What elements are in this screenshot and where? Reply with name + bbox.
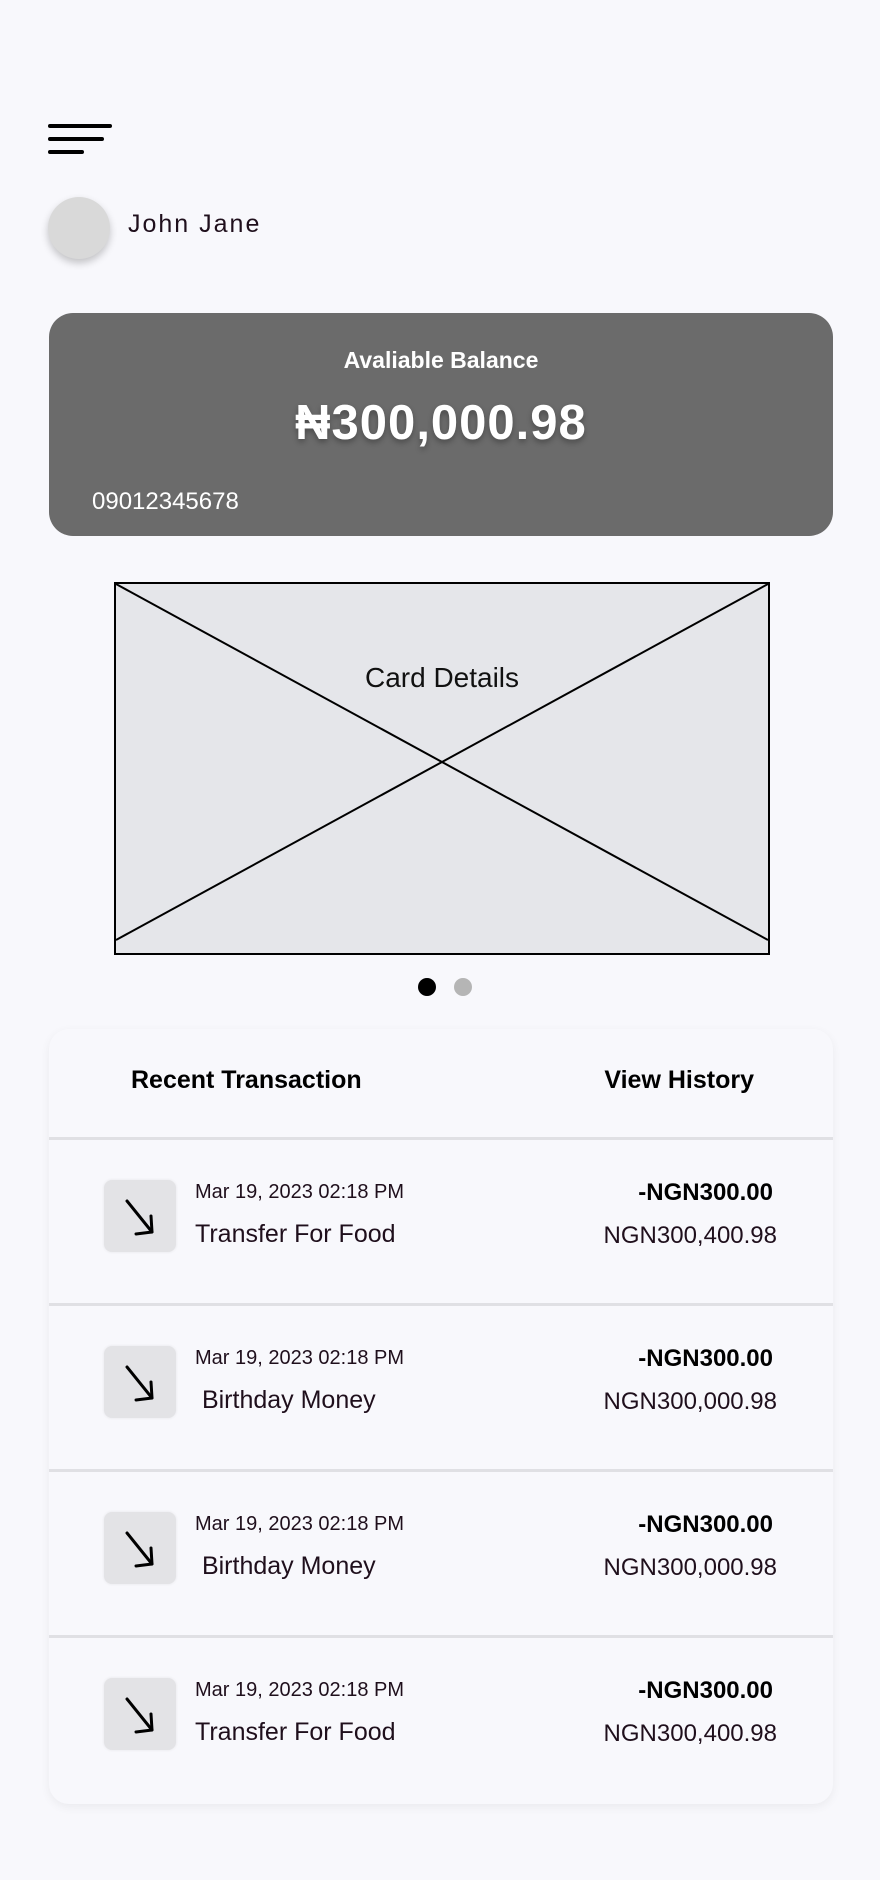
transaction-date: Mar 19, 2023 02:18 PM [195, 1513, 405, 1535]
carousel-dot[interactable] [454, 978, 472, 996]
carousel-dot-active[interactable] [418, 978, 436, 996]
transaction-amount: -NGN300.00 [638, 1677, 773, 1704]
transaction-balance: NGN300,000.98 [603, 1554, 777, 1581]
balance-amount: ₦300,000.98 [295, 396, 587, 450]
menu-line [48, 137, 104, 141]
transaction-amount: -NGN300.00 [638, 1345, 773, 1372]
transactions-panel: Recent Transaction View History Mar 19, … [49, 1029, 833, 1804]
card-details-placeholder[interactable]: Card Details [114, 582, 770, 955]
transactions-title: Recent Transaction [131, 1066, 362, 1094]
transaction-row[interactable]: Mar 19, 2023 02:18 PM Transfer For Food … [49, 1638, 833, 1798]
transaction-balance: NGN300,400.98 [603, 1720, 777, 1747]
arrow-down-right-icon [104, 1678, 176, 1750]
transaction-description: Transfer For Food [195, 1718, 396, 1746]
view-history-link[interactable]: View History [604, 1066, 754, 1095]
arrow-down-right-icon [104, 1512, 176, 1584]
image-placeholder-icon [116, 584, 768, 941]
transaction-date: Mar 19, 2023 02:18 PM [195, 1347, 405, 1369]
transaction-date: Mar 19, 2023 02:18 PM [195, 1181, 405, 1203]
transaction-amount: -NGN300.00 [638, 1511, 773, 1538]
menu-line [48, 150, 84, 154]
hamburger-menu-icon[interactable] [48, 120, 114, 158]
transaction-amount: -NGN300.00 [638, 1179, 773, 1206]
card-details-label: Card Details [364, 662, 520, 693]
app-screen: John Jane Avaliable Balance ₦300,000.98 … [0, 0, 880, 1880]
transaction-balance: NGN300,400.98 [603, 1222, 777, 1249]
transaction-row[interactable]: Mar 19, 2023 02:18 PM Birthday Money -NG… [49, 1306, 833, 1466]
arrow-down-right-icon [104, 1346, 176, 1418]
transaction-description: Transfer For Food [195, 1220, 396, 1248]
account-number: 09012345678 [92, 488, 239, 515]
transaction-balance: NGN300,000.98 [603, 1388, 777, 1415]
arrow-down-right-icon [104, 1180, 176, 1252]
balance-card: Avaliable Balance ₦300,000.98 0901234567… [49, 313, 833, 536]
menu-line [48, 124, 112, 128]
transaction-row[interactable]: Mar 19, 2023 02:18 PM Transfer For Food … [49, 1140, 833, 1300]
transaction-row[interactable]: Mar 19, 2023 02:18 PM Birthday Money -NG… [49, 1472, 833, 1632]
transaction-description: Birthday Money [195, 1552, 376, 1580]
transaction-description: Birthday Money [195, 1386, 376, 1414]
user-name: John Jane [128, 210, 262, 238]
balance-label: Avaliable Balance [343, 347, 539, 373]
transactions-header: Recent Transaction View History [49, 1029, 833, 1139]
avatar[interactable] [48, 197, 110, 259]
transaction-date: Mar 19, 2023 02:18 PM [195, 1679, 405, 1701]
